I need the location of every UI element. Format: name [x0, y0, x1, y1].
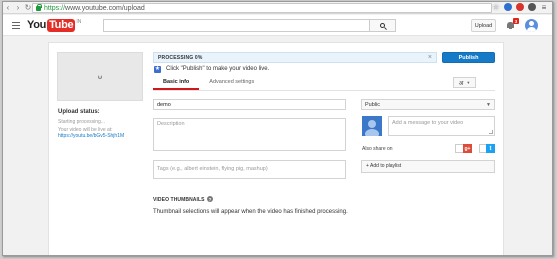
search-icon — [380, 23, 385, 28]
search-button[interactable] — [369, 19, 396, 32]
language-icon: अ — [458, 80, 464, 87]
lock-icon — [36, 3, 42, 11]
loading-spinner-icon — [98, 75, 102, 79]
description-textarea[interactable]: Description — [153, 118, 346, 151]
upload-button[interactable]: Upload — [471, 19, 496, 32]
tags-placeholder: Tags (e.g., albert einstein, flying pig,… — [157, 166, 268, 172]
help-icon[interactable]: ? — [207, 196, 213, 202]
guide-menu-icon[interactable] — [12, 22, 20, 29]
account-avatar[interactable] — [525, 19, 538, 32]
extension-dark-icon[interactable] — [528, 3, 536, 11]
tab-advanced-settings[interactable]: Advanced settings — [199, 77, 264, 90]
notification-badge: 3 — [513, 18, 519, 24]
chevron-down-icon: ▼ — [486, 102, 491, 108]
forward-icon[interactable]: › — [13, 3, 23, 13]
share-message-textarea[interactable]: Add a message to your video — [388, 116, 495, 136]
publish-hint-text: Click "Publish" to make your video live. — [166, 66, 270, 72]
extension-blue-icon[interactable] — [504, 3, 512, 11]
address-bar[interactable]: https:// www.youtube.com/upload — [32, 3, 492, 13]
logo-tube: Tube — [47, 19, 76, 32]
bookmark-star-icon[interactable]: ☆ — [492, 3, 500, 11]
privacy-select[interactable]: Public ▼ — [361, 99, 495, 110]
privacy-value: Public — [365, 102, 380, 108]
youtube-logo[interactable]: You Tube IN — [27, 19, 81, 32]
search-input[interactable] — [103, 19, 369, 32]
screenshot-frame: ‹ › ↻ https:// www.youtube.com/upload ☆ … — [2, 1, 553, 256]
logo-you: You — [27, 19, 47, 31]
youtube-header: You Tube IN Upload 3 — [3, 15, 552, 36]
share-message-placeholder: Add a message to your video — [392, 120, 464, 126]
language-button[interactable]: अ ▼ — [453, 77, 476, 88]
also-share-label: Also share on — [362, 146, 393, 152]
thumbnails-info-text: Thumbnail selections will appear when th… — [153, 209, 348, 215]
processing-progress-bar: PROCESSING 0% × — [153, 52, 437, 63]
processing-label: PROCESSING 0% — [158, 55, 203, 61]
tags-input[interactable]: Tags (e.g., albert einstein, flying pig,… — [153, 160, 346, 179]
extension-icons: ☆ ≡ — [492, 3, 548, 12]
resize-handle-icon[interactable] — [489, 130, 493, 134]
twitter-icon: t — [486, 144, 495, 153]
logo-country: IN — [76, 19, 82, 25]
browser-toolbar: ‹ › ↻ https:// www.youtube.com/upload ☆ … — [3, 2, 552, 14]
tabs-divider — [153, 90, 495, 91]
tab-basic-info[interactable]: Basic info — [153, 77, 200, 90]
publish-button[interactable]: Publish — [442, 52, 495, 63]
upload-status-label: Upload status: — [58, 109, 100, 115]
page-scrollbar[interactable] — [547, 36, 552, 255]
video-thumbnail-preview — [57, 52, 143, 101]
video-link[interactable]: https://youtu.be/bGv5-Shjh1M — [58, 133, 124, 139]
menu-icon[interactable]: ≡ — [540, 3, 548, 12]
description-placeholder: Description — [157, 121, 185, 127]
extension-red-icon[interactable] — [516, 3, 524, 11]
url-scheme: https:// — [44, 4, 66, 12]
title-input[interactable]: demo — [153, 99, 346, 110]
chevron-down-icon: ▼ — [466, 80, 471, 85]
share-avatar — [362, 116, 382, 136]
status-starting: Starting processing... — [58, 119, 105, 125]
upload-card: Upload status: Starting processing... Yo… — [48, 42, 504, 255]
back-icon[interactable]: ‹ — [3, 3, 13, 13]
star-icon: ★ — [154, 66, 161, 73]
add-to-playlist-button[interactable]: + Add to playlist — [361, 160, 495, 173]
video-thumbnails-heading: VIDEO THUMBNAILS — [153, 197, 205, 203]
close-icon[interactable]: × — [428, 54, 432, 62]
google-plus-icon: g+ — [463, 144, 472, 153]
url-path: www.youtube.com/upload — [65, 4, 145, 12]
tab-bar: Basic info Advanced settings — [153, 77, 264, 90]
